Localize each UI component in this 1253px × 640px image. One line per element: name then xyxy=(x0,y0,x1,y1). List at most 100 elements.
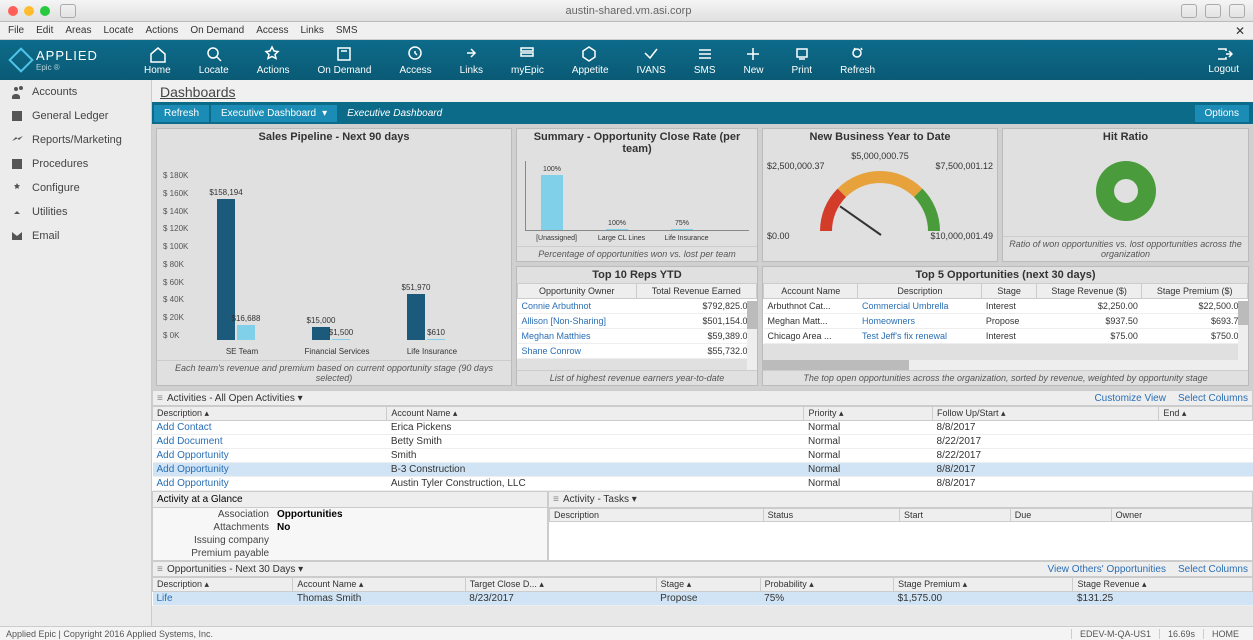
customize-view-link[interactable]: Customize View xyxy=(1094,393,1166,404)
menu-links[interactable]: Links xyxy=(300,25,323,36)
activities-grid[interactable]: Description ▴Account Name ▴Priority ▴Fol… xyxy=(152,406,1253,491)
card-caption: Ratio of won opportunities vs. lost oppo… xyxy=(1003,236,1248,261)
hit-ratio-chart xyxy=(1003,145,1248,236)
ribbon-myepic[interactable]: myEpic xyxy=(497,42,558,79)
ribbon-access[interactable]: Access xyxy=(385,42,445,79)
scrollbar[interactable] xyxy=(1238,301,1248,360)
ribbon-appetite[interactable]: Appetite xyxy=(558,42,623,79)
glance-title: Activity at a Glance xyxy=(153,492,547,508)
email-icon xyxy=(10,229,24,243)
opportunities-grid[interactable]: Description ▴Account Name ▴Target Close … xyxy=(152,577,1253,606)
grip-icon[interactable] xyxy=(553,494,563,505)
scrollbar-horizontal[interactable] xyxy=(763,360,1248,370)
dashboard-select-label: Executive Dashboard xyxy=(221,108,316,119)
status-time: 16.69s xyxy=(1159,629,1203,639)
table-row[interactable]: Chicago Area ...Test Jeff's fix renewalI… xyxy=(764,329,1248,344)
table-row[interactable]: Add DocumentBetty SmithNormal8/22/2017 xyxy=(153,435,1253,449)
select-columns-link[interactable]: Select Columns xyxy=(1178,564,1248,575)
ribbon-locate[interactable]: Locate xyxy=(185,42,243,79)
ribbon-sms[interactable]: SMS xyxy=(680,42,730,79)
logout-button[interactable]: Logout xyxy=(1194,46,1253,75)
menu-file[interactable]: File xyxy=(8,25,24,36)
dashboard-grid: Sales Pipeline - Next 90 days $ 0K$ 20K$… xyxy=(152,124,1253,390)
address-bar[interactable]: austin-shared.vm.asi.corp xyxy=(76,5,1181,17)
ribbon-home[interactable]: Home xyxy=(130,42,185,79)
general ledger-icon xyxy=(10,109,24,123)
dashboard-select[interactable]: Executive Dashboard ▾ xyxy=(211,105,337,122)
sidebar-item-utilities[interactable]: Utilities xyxy=(0,200,151,224)
view-others-link[interactable]: View Others' Opportunities xyxy=(1048,564,1166,575)
pipeline-chart: $ 0K$ 20K$ 40K$ 60K$ 80K$ 100K$ 120K$ 14… xyxy=(157,145,511,360)
access-icon xyxy=(407,45,425,63)
chevron-down-icon[interactable]: ▾ xyxy=(298,564,303,575)
chevron-down-icon[interactable]: ▾ xyxy=(298,393,303,404)
minimize-icon[interactable] xyxy=(24,6,34,16)
chevron-down-icon[interactable]: ▾ xyxy=(632,494,637,505)
gauge-min-label: $0.00 xyxy=(767,231,790,241)
card-title: Sales Pipeline - Next 90 days xyxy=(157,129,511,145)
ribbon-ondemand[interactable]: On Demand xyxy=(304,42,386,79)
ribbon-refresh[interactable]: Refresh xyxy=(826,42,889,79)
table-row[interactable]: Meghan Matt...HomeownersPropose$937.50$6… xyxy=(764,314,1248,329)
tasks-grid[interactable]: DescriptionStatusStartDueOwner xyxy=(549,508,1252,522)
zoom-icon[interactable] xyxy=(40,6,50,16)
select-columns-link[interactable]: Select Columns xyxy=(1178,393,1248,404)
menu-ondemand[interactable]: On Demand xyxy=(190,25,244,36)
scrollbar[interactable] xyxy=(747,301,757,370)
ribbon-new[interactable]: New xyxy=(729,42,777,79)
brand: APPLIED Epic ® xyxy=(0,48,130,72)
ribbon-actions[interactable]: Actions xyxy=(243,42,304,79)
menu-access[interactable]: Access xyxy=(256,25,288,36)
table-row[interactable]: Arbuthnot Cat...Commercial UmbrellaInter… xyxy=(764,299,1248,314)
sidebar-item-procedures[interactable]: Procedures xyxy=(0,152,151,176)
lower-panels: Activity at a Glance AssociationOpportun… xyxy=(152,491,1253,561)
share-icon[interactable] xyxy=(1181,4,1197,18)
accounts-icon xyxy=(10,85,24,99)
table-row[interactable]: Allison [Non-Sharing]$501,154.00 xyxy=(518,314,757,329)
sidebar-item-configure[interactable]: Configure xyxy=(0,176,151,200)
refresh-button[interactable]: Refresh xyxy=(154,105,209,122)
menu-locate[interactable]: Locate xyxy=(103,25,133,36)
locate-icon xyxy=(205,45,223,63)
ribbon-links[interactable]: Links xyxy=(446,42,497,79)
table-row[interactable]: Add OpportunitySmithNormal8/22/2017 xyxy=(153,449,1253,463)
sidebar-item-general-ledger[interactable]: General Ledger xyxy=(0,104,151,128)
table-row[interactable]: LifeThomas Smith8/23/2017Propose75%$1,57… xyxy=(153,592,1253,606)
gauge-chart: $5,000,000.75 $2,500,000.37 $7,500,001.1… xyxy=(763,145,997,261)
close-icon[interactable] xyxy=(8,6,18,16)
menu-areas[interactable]: Areas xyxy=(65,25,91,36)
ribbon-ivans[interactable]: IVANS xyxy=(623,42,680,79)
options-button[interactable]: Options xyxy=(1195,105,1249,122)
logout-icon xyxy=(1215,46,1233,64)
grip-icon[interactable] xyxy=(157,564,167,575)
links-icon xyxy=(462,45,480,63)
table-row[interactable]: Meghan Matthies$59,389.00 xyxy=(518,329,757,344)
menu-sms[interactable]: SMS xyxy=(336,25,358,36)
glance-row: AttachmentsNo xyxy=(153,521,547,534)
table-row[interactable]: Shane Conrow$55,732.00 xyxy=(518,344,757,359)
breadcrumb: Executive Dashboard xyxy=(339,108,442,119)
menu-actions[interactable]: Actions xyxy=(146,25,179,36)
window-close-icon[interactable]: ✕ xyxy=(1235,24,1245,38)
tabs-icon[interactable] xyxy=(1205,4,1221,18)
sidebar-item-reports-marketing[interactable]: Reports/Marketing xyxy=(0,128,151,152)
status-home[interactable]: HOME xyxy=(1203,629,1247,639)
ribbon-print[interactable]: Print xyxy=(778,42,827,79)
grip-icon[interactable] xyxy=(157,393,167,404)
table-row[interactable]: Add OpportunityAustin Tyler Construction… xyxy=(153,477,1253,491)
plus-icon[interactable] xyxy=(1229,4,1245,18)
logout-label: Logout xyxy=(1208,64,1239,75)
dashboard-toolbar: Refresh Executive Dashboard ▾ Executive … xyxy=(152,102,1253,124)
table-row[interactable]: Connie Arbuthnot$792,825.00 xyxy=(518,299,757,314)
menu-edit[interactable]: Edit xyxy=(36,25,53,36)
glance-row: Issuing company xyxy=(153,534,547,547)
appetite-icon xyxy=(581,45,599,63)
glance-row: AssociationOpportunities xyxy=(153,508,547,521)
card-caption: List of highest revenue earners year-to-… xyxy=(517,370,757,385)
top-reps-table: Opportunity OwnerTotal Revenue EarnedCon… xyxy=(517,283,757,359)
sidebar-item-accounts[interactable]: Accounts xyxy=(0,80,151,104)
table-row[interactable]: Add OpportunityB-3 ConstructionNormal8/8… xyxy=(153,463,1253,477)
sidebar-item-email[interactable]: Email xyxy=(0,224,151,248)
table-row[interactable]: Add ContactErica PickensNormal8/8/2017 xyxy=(153,421,1253,435)
sidebar-toggle-icon[interactable] xyxy=(60,4,76,18)
